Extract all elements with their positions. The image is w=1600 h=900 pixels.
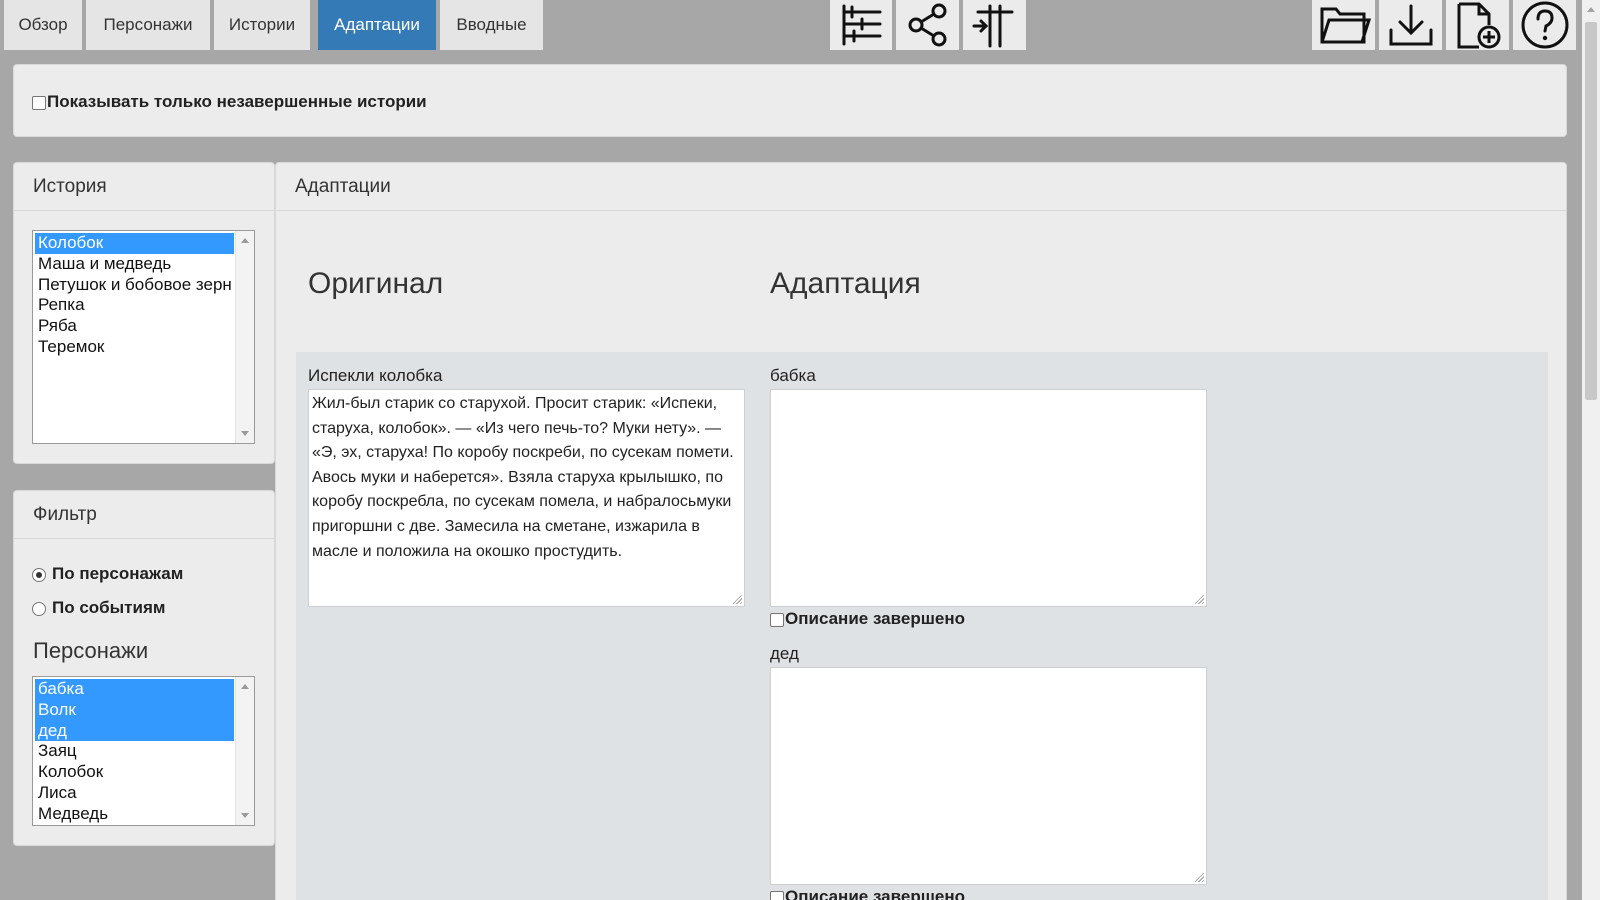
event-title: Испекли колобка xyxy=(308,366,443,385)
story-panel: История Колобок Маша и медведь Петушок и б… xyxy=(13,162,275,464)
event-row: Испекли колобка Жил-был старик со старух… xyxy=(296,352,1548,900)
filter-panel-title: Фильтр xyxy=(14,491,274,539)
characters-list-items: бабка Волк дед Заяц Колобок Лиса Медведь xyxy=(35,679,234,825)
adaptation-done-checkbox[interactable] xyxy=(770,612,784,627)
characters-list-scrollbar[interactable] xyxy=(235,677,254,825)
open-button[interactable] xyxy=(1312,0,1375,50)
list-item[interactable]: Лиса xyxy=(35,783,234,804)
download-button[interactable] xyxy=(1379,0,1442,50)
unfinished-filter-bar: Показывать только незавершенные истории xyxy=(13,64,1567,137)
list-item[interactable]: дед xyxy=(35,720,234,742)
scroll-up-arrow-icon[interactable] xyxy=(241,684,249,689)
filter-by-characters-label: По персонажам xyxy=(52,564,184,583)
list-item[interactable]: Теремок xyxy=(35,337,234,358)
filter-panel: Фильтр По персонажам По событиям Персона… xyxy=(13,490,275,846)
story-panel-title: История xyxy=(14,163,274,211)
story-list-items: Колобок Маша и медведь Петушок и бобовое з… xyxy=(35,233,234,358)
list-item[interactable]: Волк xyxy=(35,699,234,721)
page-scrollbar[interactable] xyxy=(1582,0,1600,900)
help-icon xyxy=(1521,1,1568,49)
list-item[interactable]: Заяц xyxy=(35,741,234,762)
share-icon xyxy=(908,3,946,47)
tab-adaptations[interactable]: Адаптации xyxy=(318,0,436,50)
adaptation-done-toggle[interactable]: Описание завершено xyxy=(770,609,965,629)
list-item[interactable]: Репка xyxy=(35,295,234,316)
original-heading: Оригинал xyxy=(308,267,444,300)
resize-grip-icon[interactable] xyxy=(1195,595,1204,604)
download-icon xyxy=(1389,4,1432,46)
list-item[interactable]: Медведь xyxy=(35,804,234,825)
adaptation-done-toggle[interactable]: Описание завершено xyxy=(770,887,965,900)
filter-by-events-radio[interactable] xyxy=(32,601,46,616)
adaptation-done-label: Описание завершено xyxy=(785,887,965,900)
tab-label: Истории xyxy=(228,15,296,34)
tab-characters[interactable]: Персонажи xyxy=(86,0,210,50)
list-item[interactable]: Ряба xyxy=(35,316,234,337)
tab-stories[interactable]: Истории xyxy=(214,0,310,50)
scroll-up-arrow-icon[interactable] xyxy=(241,238,249,243)
adaptations-panel-title: Адаптации xyxy=(276,163,1566,211)
adaptation-character-label: бабка xyxy=(770,366,816,385)
scroll-down-arrow-icon[interactable] xyxy=(241,813,249,818)
tab-label: Персонажи xyxy=(103,15,193,34)
tab-intro[interactable]: Вводные xyxy=(440,0,543,50)
adaptation-textarea-babka[interactable] xyxy=(770,389,1207,607)
filter-by-characters[interactable]: По персонажам xyxy=(32,564,183,584)
timeline-icon xyxy=(842,4,882,46)
filter-by-events[interactable]: По событиям xyxy=(32,598,165,618)
scroll-up-arrow-icon[interactable] xyxy=(1587,7,1595,12)
list-item[interactable]: Маша и медведь xyxy=(35,254,234,275)
filter-by-characters-radio[interactable] xyxy=(32,567,46,582)
adaptation-textarea-ded[interactable] xyxy=(770,667,1207,885)
tab-label: Адаптации xyxy=(334,15,420,34)
new-file-button[interactable] xyxy=(1446,0,1509,50)
tab-label: Вводные xyxy=(456,15,527,34)
scroll-down-arrow-icon[interactable] xyxy=(241,431,249,436)
story-list-scrollbar[interactable] xyxy=(235,231,254,443)
unfinished-only-label: Показывать только незавершенные истории xyxy=(47,92,427,111)
share-button[interactable] xyxy=(896,0,959,50)
unfinished-only-checkbox[interactable] xyxy=(32,95,46,110)
unfinished-only-toggle[interactable]: Показывать только незавершенные истории xyxy=(32,92,427,112)
characters-heading: Персонажи xyxy=(33,638,149,663)
split-icon xyxy=(972,4,1013,48)
original-text-content: Жил-был старик со старухой. Просит стари… xyxy=(312,395,734,560)
tab-label: Обзор xyxy=(18,15,68,34)
folder-icon xyxy=(1320,7,1371,44)
list-item[interactable]: бабка xyxy=(35,679,234,700)
adaptation-done-checkbox[interactable] xyxy=(770,890,784,900)
tab-overview[interactable]: Обзор xyxy=(4,0,82,50)
original-text: Жил-был старик со старухой. Просит стари… xyxy=(308,389,745,607)
resize-grip-icon[interactable] xyxy=(733,595,742,604)
adaptation-done-label: Описание завершено xyxy=(785,609,965,628)
help-button[interactable] xyxy=(1513,0,1576,50)
adaptation-heading: Адаптация xyxy=(770,267,921,300)
list-item[interactable]: Колобок xyxy=(35,762,234,783)
characters-list[interactable]: бабка Волк дед Заяц Колобок Лиса Медведь xyxy=(32,676,255,826)
resize-grip-icon[interactable] xyxy=(1195,873,1204,882)
list-item[interactable]: Колобок xyxy=(35,233,234,254)
split-button[interactable] xyxy=(963,0,1026,50)
adaptations-panel: Адаптации Оригинал Адаптация Испекли кол… xyxy=(275,162,1567,900)
page-scrollbar-thumb[interactable] xyxy=(1585,22,1597,400)
story-list[interactable]: Колобок Маша и медведь Петушок и бобовое з… xyxy=(32,230,255,444)
list-item[interactable]: Петушок и бобовое зерн xyxy=(35,275,234,296)
new-file-icon xyxy=(1457,2,1500,49)
timeline-button[interactable] xyxy=(830,0,892,50)
adaptation-character-label: дед xyxy=(770,644,799,663)
filter-by-events-label: По событиям xyxy=(52,598,166,617)
